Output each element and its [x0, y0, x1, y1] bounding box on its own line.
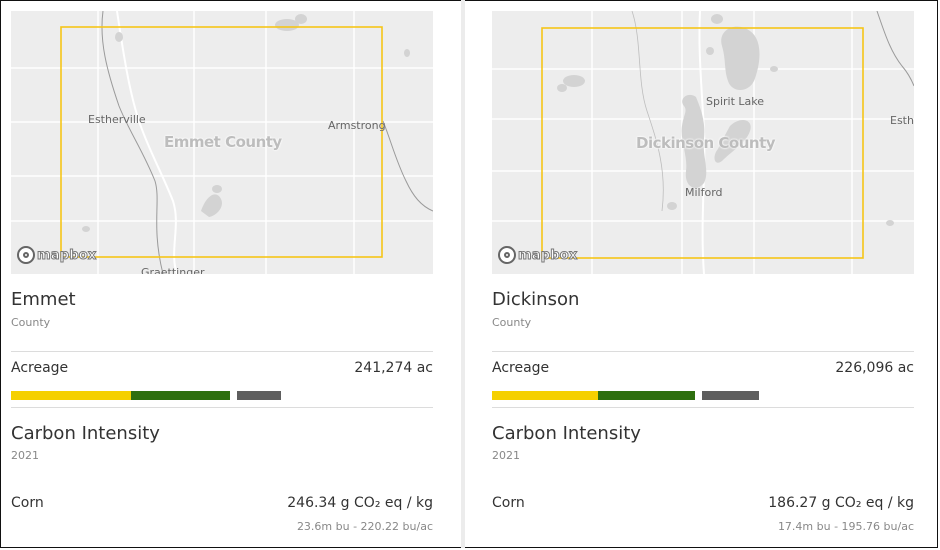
acreage-value: 241,274 ac [354, 360, 433, 376]
yield-summary: 17.4m bu - 195.76 bu/ac [777, 520, 914, 533]
county-name: Emmet [11, 289, 76, 310]
crop-name: Corn [11, 495, 44, 511]
county-map[interactable]: Spirit Lake Milford Esth Dickinson Count… [492, 11, 914, 274]
acreage-bar-green [598, 391, 695, 400]
mapbox-attribution[interactable]: mapbox [498, 246, 578, 264]
mapbox-logo-icon [17, 246, 35, 264]
carbon-intensity-year: 2021 [11, 449, 39, 462]
column-divider [461, 0, 465, 548]
acreage-bar-gray [702, 391, 759, 400]
county-card-dickinson: Spirit Lake Milford Esth Dickinson Count… [492, 0, 914, 548]
carbon-intensity-title: Carbon Intensity [11, 423, 160, 444]
place-label: Armstrong [328, 119, 386, 132]
section-divider [492, 351, 914, 352]
place-label: Graettinger [141, 266, 205, 274]
acreage-bar-green [131, 391, 230, 400]
acreage-bar-gray [237, 391, 281, 400]
county-type: County [492, 316, 532, 329]
mapbox-logo-text: mapbox [517, 247, 578, 263]
place-label: Spirit Lake [706, 95, 765, 108]
acreage-label: Acreage [11, 360, 69, 376]
acreage-bar-yellow [11, 391, 131, 400]
carbon-intensity-title: Carbon Intensity [492, 423, 641, 444]
map-county-label: Dickinson County [636, 134, 776, 152]
acreage-value: 226,096 ac [835, 360, 914, 376]
mapbox-attribution[interactable]: mapbox [17, 246, 97, 264]
county-type: County [11, 316, 51, 329]
section-divider [11, 351, 433, 352]
place-label: Milford [685, 186, 723, 199]
acreage-label: Acreage [492, 360, 550, 376]
county-map[interactable]: Estherville Armstrong Graettinger Emmet … [11, 11, 433, 274]
place-label: Esth [890, 114, 914, 127]
acreage-bar-yellow [492, 391, 598, 400]
mapbox-logo-icon [498, 246, 516, 264]
place-label: Estherville [88, 113, 146, 126]
crop-name: Corn [492, 495, 525, 511]
map-county-label: Emmet County [164, 133, 282, 151]
county-card-emmet: Estherville Armstrong Graettinger Emmet … [11, 0, 433, 548]
carbon-intensity-year: 2021 [492, 449, 520, 462]
county-name: Dickinson [492, 289, 580, 310]
section-divider [11, 407, 433, 408]
yield-summary: 23.6m bu - 220.22 bu/ac [296, 520, 433, 533]
carbon-intensity-value: 246.34 g CO₂ eq / kg [287, 495, 433, 511]
section-divider [492, 407, 914, 408]
carbon-intensity-value: 186.27 g CO₂ eq / kg [768, 495, 914, 511]
mapbox-logo-text: mapbox [36, 247, 97, 263]
